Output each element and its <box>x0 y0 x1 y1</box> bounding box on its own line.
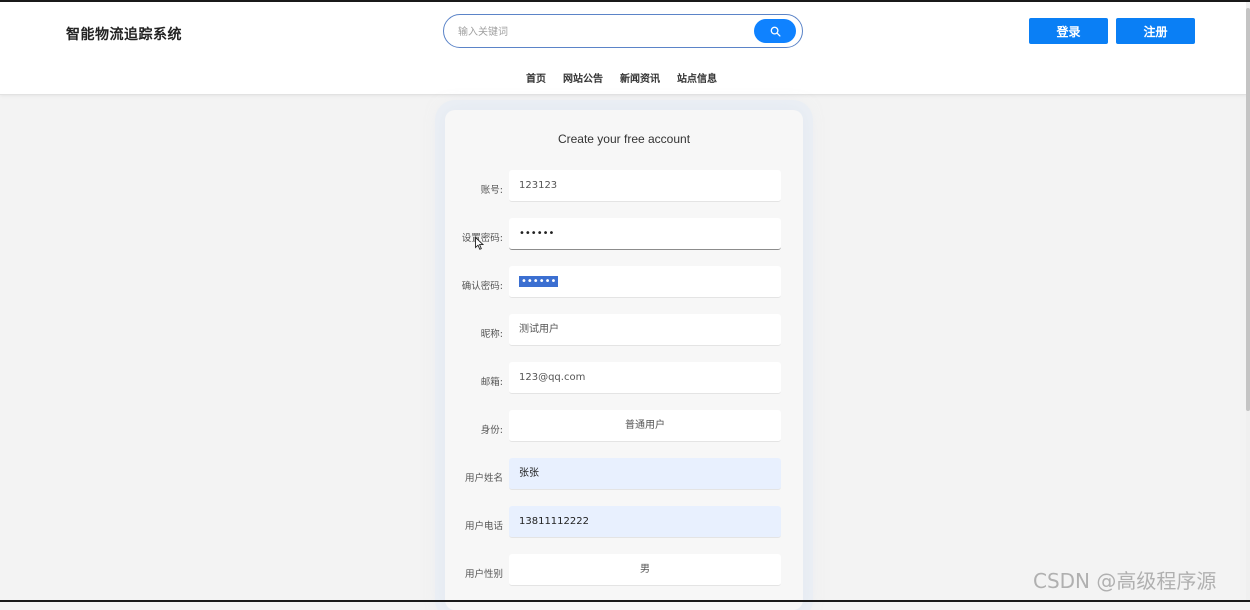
email-field[interactable]: 123@qq.com <box>509 362 781 394</box>
scrollbar-thumb[interactable] <box>1246 8 1250 411</box>
phone-field[interactable]: 13811112222 <box>509 506 781 538</box>
real-name-field[interactable]: 张张 <box>509 458 781 490</box>
search-button[interactable] <box>754 19 796 43</box>
account-label: 账号: <box>480 185 503 196</box>
watermark-text: CSDN @高级程序源 <box>1033 569 1217 593</box>
form-row-real-name: 用户姓名 张张 <box>445 458 803 490</box>
search-box <box>443 14 803 48</box>
nav-item-home[interactable]: 首页 <box>526 70 546 85</box>
site-logo: 智能物流追踪系统 <box>66 27 182 43</box>
register-button[interactable]: 注册 <box>1116 18 1195 44</box>
form-row-confirm-password: 确认密码: •••••• <box>445 266 803 298</box>
form-row-role: 身份: 普通用户 <box>445 410 803 442</box>
site-header: 智能物流追踪系统 登录 注册 首页 网站公告 新闻资讯 站点信息 <box>0 2 1247 95</box>
gender-select[interactable]: 男 <box>509 554 781 586</box>
search-input[interactable] <box>456 21 750 43</box>
selected-password-text: •••••• <box>519 276 559 287</box>
register-form-card: Create your free account 账号: 123123 设置密码… <box>445 110 803 610</box>
form-row-nickname: 昵称: 测试用户 <box>445 314 803 346</box>
nav-item-site-info[interactable]: 站点信息 <box>677 70 717 85</box>
form-title: Create your free account <box>557 132 691 146</box>
nav-item-announcements[interactable]: 网站公告 <box>563 70 603 85</box>
search-icon <box>770 26 781 37</box>
nav-item-news[interactable]: 新闻资讯 <box>620 70 660 85</box>
form-row-password: 设置密码: •••••• <box>445 218 803 250</box>
form-row-account: 账号: 123123 <box>445 170 803 202</box>
real-name-label: 用户姓名 <box>464 473 503 484</box>
form-row-phone: 用户电话 13811112222 <box>445 506 803 538</box>
role-label: 身份: <box>480 425 503 436</box>
phone-label: 用户电话 <box>464 521 503 532</box>
password-field[interactable]: •••••• <box>509 218 781 250</box>
nickname-label: 昵称: <box>480 329 503 340</box>
form-row-email: 邮箱: 123@qq.com <box>445 362 803 394</box>
login-button[interactable]: 登录 <box>1029 18 1108 44</box>
form-row-gender: 用户性别 男 <box>445 554 803 586</box>
confirm-password-label: 确认密码: <box>461 281 503 292</box>
email-label: 邮箱: <box>480 377 503 388</box>
confirm-password-field[interactable]: •••••• <box>509 266 781 298</box>
mouse-cursor-icon <box>475 237 484 250</box>
account-field[interactable]: 123123 <box>509 170 781 202</box>
nickname-field[interactable]: 测试用户 <box>509 314 781 346</box>
role-select[interactable]: 普通用户 <box>509 410 781 442</box>
gender-label: 用户性别 <box>464 569 503 580</box>
page-scrollbar[interactable] <box>1246 2 1250 602</box>
